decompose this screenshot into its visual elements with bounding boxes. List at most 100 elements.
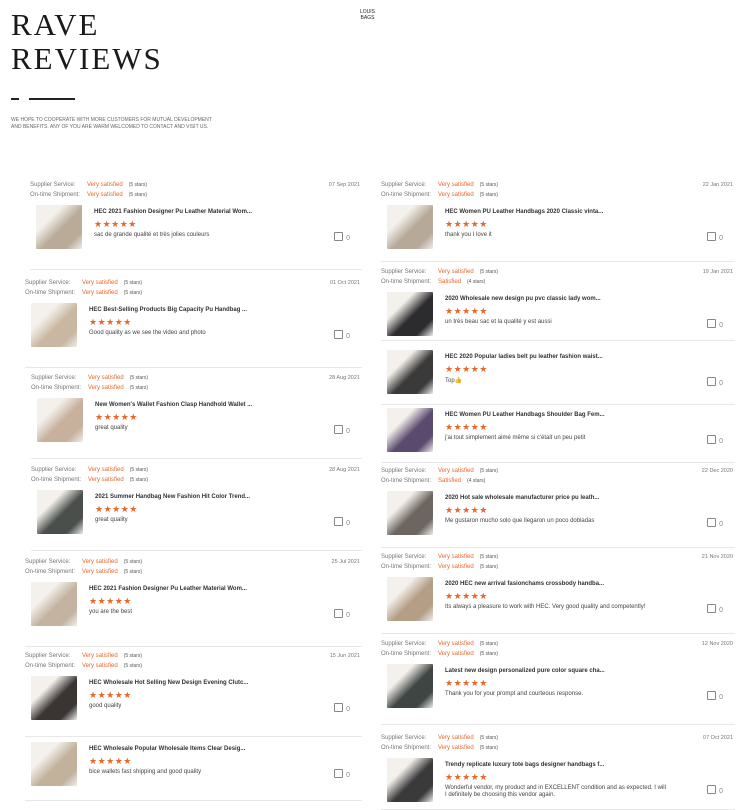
review-text: un très beau sac et la qualité y est aus… xyxy=(445,319,552,325)
rating-stars: ★★★★★ xyxy=(95,412,138,422)
supplier-service-label: Supplier Service: xyxy=(25,280,71,286)
thumbs-up-icon xyxy=(334,769,344,778)
supplier-service-label: Supplier Service: xyxy=(381,468,427,474)
brand-logo[interactable]: LOUIS BAGS xyxy=(360,9,375,21)
supplier-service-row: Supplier Service: Very satisfied (5 stars) xyxy=(25,558,362,568)
product-name[interactable]: HEC Wholesale Popular Wholesale Items Cl… xyxy=(89,746,245,752)
review-card: Supplier Service: Very satisfied (5 stars)… xyxy=(25,652,362,737)
shipment-stars-text: (5 stars) xyxy=(123,568,143,575)
like-button[interactable]: 0 xyxy=(707,604,723,614)
product-name[interactable]: HEC Women PU Leather Handbags 2020 Class… xyxy=(445,209,603,215)
like-button[interactable]: 0 xyxy=(707,518,723,528)
like-button[interactable]: 0 xyxy=(707,435,723,445)
review-card: Supplier Service: Very satisfied (5 stars)… xyxy=(30,181,362,270)
supplier-stars-text: (5 stars) xyxy=(129,375,149,381)
thumbs-up-icon xyxy=(334,517,344,526)
shipment-row: On-time Shipment: Satisfied (4 stars) xyxy=(381,477,735,487)
rating-stars: ★★★★★ xyxy=(445,591,488,601)
review-text: Me gustaron mucho solo que llegaron un p… xyxy=(445,518,595,524)
supplier-stars-text: (5 stars) xyxy=(479,468,499,474)
supplier-service-value: Very satisfied xyxy=(438,735,474,741)
product-name[interactable]: HEC 2021 Fashion Designer Pu Leather Mat… xyxy=(89,586,247,592)
shipment-stars-text: (5 stars) xyxy=(128,191,148,198)
product-thumbnail[interactable] xyxy=(387,292,433,336)
product-name[interactable]: New Women's Wallet Fashion Clasp Handhol… xyxy=(95,402,252,408)
review-text-continued: I definitely be choosing this vendor aga… xyxy=(445,792,556,798)
shipment-label: On-time Shipment: xyxy=(381,278,432,285)
product-name[interactable]: HEC 2021 Fashion Designer Pu Leather Mat… xyxy=(94,209,252,215)
product-name[interactable]: Trendy replicate luxury tote bags design… xyxy=(445,762,604,768)
shipment-stars-text: (5 stars) xyxy=(479,744,499,751)
review-date: 12 Nov 2020 xyxy=(701,641,733,647)
product-name[interactable]: HEC Women PU Leather Handbags Shoulder B… xyxy=(445,412,605,418)
thumbs-up-icon xyxy=(334,425,344,434)
product-thumbnail[interactable] xyxy=(31,582,77,626)
supplier-stars-text: (5 stars) xyxy=(123,280,143,286)
like-count: 0 xyxy=(346,772,350,779)
product-thumbnail[interactable] xyxy=(387,205,433,249)
product-name[interactable]: Latest new design personalized pure colo… xyxy=(445,668,605,674)
supplier-service-row: Supplier Service: Very satisfied (5 stars) xyxy=(381,181,735,191)
product-name[interactable]: 2021 Summer Handbag New Fashion Hit Colo… xyxy=(95,494,250,500)
review-text: thank you I love it xyxy=(445,232,492,238)
like-button[interactable]: 0 xyxy=(707,319,723,329)
product-name[interactable]: 2020 Wholesale new design pu pvc classic… xyxy=(445,296,601,302)
rating-stars: ★★★★★ xyxy=(445,364,488,374)
review-card: Supplier Service: Very satisfied (5 stars)… xyxy=(31,466,362,551)
like-button[interactable]: 0 xyxy=(334,769,350,779)
product-thumbnail[interactable] xyxy=(31,742,77,786)
supplier-stars-text: (5 stars) xyxy=(123,559,143,565)
product-thumbnail[interactable] xyxy=(31,676,77,720)
supplier-service-row: Supplier Service: Very satisfied (5 stars) xyxy=(31,374,362,384)
supplier-stars-text: (5 stars) xyxy=(479,735,499,741)
review-date: 22 Jan 2021 xyxy=(702,182,733,188)
product-thumbnail[interactable] xyxy=(387,408,433,452)
like-button[interactable]: 0 xyxy=(334,703,350,713)
supplier-service-value: Very satisfied xyxy=(88,375,124,381)
like-button[interactable]: 0 xyxy=(334,330,350,340)
rating-stars: ★★★★★ xyxy=(445,772,488,782)
rating-stars: ★★★★★ xyxy=(445,678,488,688)
like-button[interactable]: 0 xyxy=(334,609,350,619)
like-button[interactable]: 0 xyxy=(707,232,723,242)
supplier-service-row: Supplier Service: Very satisfied (5 stars) xyxy=(381,268,735,278)
supplier-service-value: Very satisfied xyxy=(438,641,474,647)
like-button[interactable]: 0 xyxy=(707,691,723,701)
divider-long xyxy=(29,98,75,100)
product-thumbnail[interactable] xyxy=(37,398,83,442)
product-thumbnail[interactable] xyxy=(36,205,82,249)
like-button[interactable]: 0 xyxy=(334,517,350,527)
product-name[interactable]: HEC Best-Selling Products Big Capacity P… xyxy=(89,307,247,313)
product-thumbnail[interactable] xyxy=(387,577,433,621)
shipment-stars-text: (4 stars) xyxy=(467,278,486,285)
like-count: 0 xyxy=(719,521,723,528)
thumbs-up-icon xyxy=(334,703,344,712)
like-button[interactable]: 0 xyxy=(707,785,723,795)
shipment-value: Satisfied xyxy=(438,278,462,285)
product-thumbnail[interactable] xyxy=(37,490,83,534)
shipment-stars-text: (5 stars) xyxy=(123,289,143,296)
review-text: j'ai tout simplement aimé même si c'étai… xyxy=(445,435,586,441)
shipment-row: On-time Shipment: Very satisfied (5 stars) xyxy=(25,662,362,672)
shipment-row: On-time Shipment: Very satisfied (5 stars) xyxy=(381,744,735,754)
product-name[interactable]: HEC 2020 Popular ladies belt pu leather … xyxy=(445,354,603,360)
thumbs-up-icon xyxy=(334,232,344,241)
shipment-label: On-time Shipment: xyxy=(381,191,432,198)
product-thumbnail[interactable] xyxy=(387,350,433,394)
product-name[interactable]: 2020 Hot sale wholesale manufacturer pri… xyxy=(445,495,599,501)
like-button[interactable]: 0 xyxy=(334,425,350,435)
product-thumbnail[interactable] xyxy=(31,303,77,347)
review-card: Supplier Service: Very satisfied (5 stars)… xyxy=(381,268,735,341)
review-date: 07 Sep 2021 xyxy=(328,182,360,188)
product-name[interactable]: 2020 HEC new arrival fasionchams crossbo… xyxy=(445,581,604,587)
rating-stars: ★★★★★ xyxy=(445,422,488,432)
supplier-service-label: Supplier Service: xyxy=(381,554,427,560)
product-thumbnail[interactable] xyxy=(387,758,433,802)
like-button[interactable]: 0 xyxy=(707,377,723,387)
product-thumbnail[interactable] xyxy=(387,491,433,535)
product-name[interactable]: HEC Wholesale Hot Selling New Design Eve… xyxy=(89,680,248,686)
divider-short xyxy=(11,98,19,100)
product-thumbnail[interactable] xyxy=(387,664,433,708)
like-button[interactable]: 0 xyxy=(334,232,350,242)
shipment-row: On-time Shipment: Very satisfied (5 stars) xyxy=(30,191,362,201)
